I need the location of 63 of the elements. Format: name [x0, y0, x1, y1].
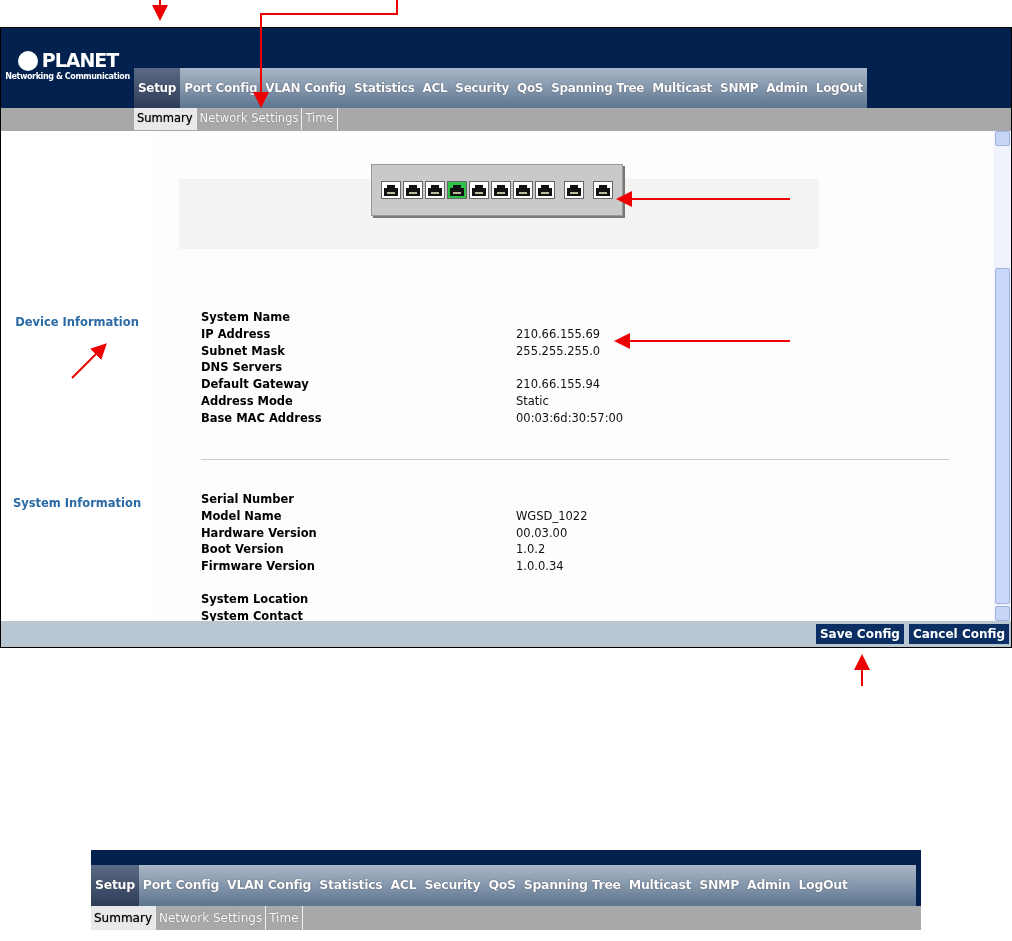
menu-tab[interactable]: Multicast [624, 865, 696, 906]
menu-tab[interactable]: SNMP [695, 865, 744, 906]
submenu-tab[interactable]: Network Settings [196, 108, 303, 130]
menu-tab[interactable]: Port Config [180, 68, 262, 108]
scrollbar[interactable] [994, 131, 1011, 621]
field-label: Base MAC Address [201, 409, 323, 427]
field-label: DNS Servers [201, 359, 284, 377]
menu-tab[interactable]: Security [420, 865, 485, 906]
field-label: Subnet Mask [201, 342, 286, 360]
menu-tab[interactable]: QoS [513, 68, 548, 108]
field-label: System Location [201, 591, 310, 608]
menu-tab[interactable]: QoS [484, 865, 520, 906]
save-button[interactable]: Save Config [815, 624, 904, 644]
menu-tab[interactable]: Setup [91, 865, 139, 906]
field-label: IP Address [201, 325, 272, 343]
logo-text: PLANET [41, 51, 119, 70]
menu-tab[interactable]: Setup [134, 68, 181, 108]
field-value: 255.255.255.0 [516, 342, 601, 360]
annotation-arrow [854, 654, 870, 687]
menu-tab[interactable]: SNMP [716, 68, 763, 108]
submenu-tab[interactable]: Summary [91, 906, 156, 930]
field-value: 1.0.0.34 [516, 558, 564, 575]
menu-tab[interactable]: VLAN Config [261, 68, 350, 108]
logo-icon [16, 49, 39, 72]
menu-tab[interactable]: VLAN Config [223, 865, 316, 906]
menu-tab[interactable]: ACL [418, 68, 452, 108]
field-label: Serial Number [201, 491, 295, 508]
section-title: Device Information [14, 314, 140, 331]
field-label: Hardware Version [201, 524, 318, 542]
field-label: Default Gateway [201, 376, 310, 393]
field-label: Firmware Version [201, 558, 316, 575]
field-label: System Name [201, 309, 292, 326]
menu-tab[interactable]: Spanning Tree [519, 865, 625, 906]
menu-tab[interactable]: Admin [762, 68, 812, 108]
menu-tab[interactable]: Multicast [648, 68, 717, 108]
menu-tab[interactable]: LogOut [794, 865, 852, 906]
menu-tab[interactable]: Statistics [315, 865, 387, 906]
cancel-button[interactable]: Cancel Config [908, 624, 1009, 644]
field-value: WGSD_1022 [516, 507, 588, 525]
menu-tab[interactable]: LogOut [811, 68, 867, 108]
menu-tab[interactable]: ACL [386, 865, 421, 906]
field-value: 00.03.00 [516, 524, 568, 542]
field-value: 1.0.2 [516, 541, 546, 559]
menu-tab[interactable]: Spanning Tree [547, 68, 649, 108]
field-value: 210.66.155.69 [516, 325, 601, 343]
submenu-tab[interactable]: Summary [134, 108, 197, 130]
field-value: 00:03:6d:30:57:00 [516, 409, 624, 427]
section-title: System Information [11, 495, 143, 512]
field-label: Model Name [201, 507, 283, 525]
field-value: 210.66.155.94 [516, 376, 601, 393]
field-label: Boot Version [201, 541, 285, 559]
menu-tab[interactable]: Admin [743, 865, 795, 906]
submenu-tab[interactable]: Time [302, 108, 338, 130]
annotation-arrow [71, 343, 107, 379]
logo-tagline: Networking & Communication [5, 72, 130, 81]
menu-tab[interactable]: Statistics [349, 68, 419, 108]
submenu-tab[interactable]: Network Settings [156, 906, 267, 930]
field-value: Static [516, 393, 549, 410]
menu-tab[interactable]: Port Config [138, 865, 224, 906]
menu-tab[interactable]: Security [451, 68, 513, 108]
submenu-tab[interactable]: Time [266, 906, 303, 930]
annotation-arrow [152, 0, 168, 21]
field-label: Address Mode [201, 393, 294, 410]
